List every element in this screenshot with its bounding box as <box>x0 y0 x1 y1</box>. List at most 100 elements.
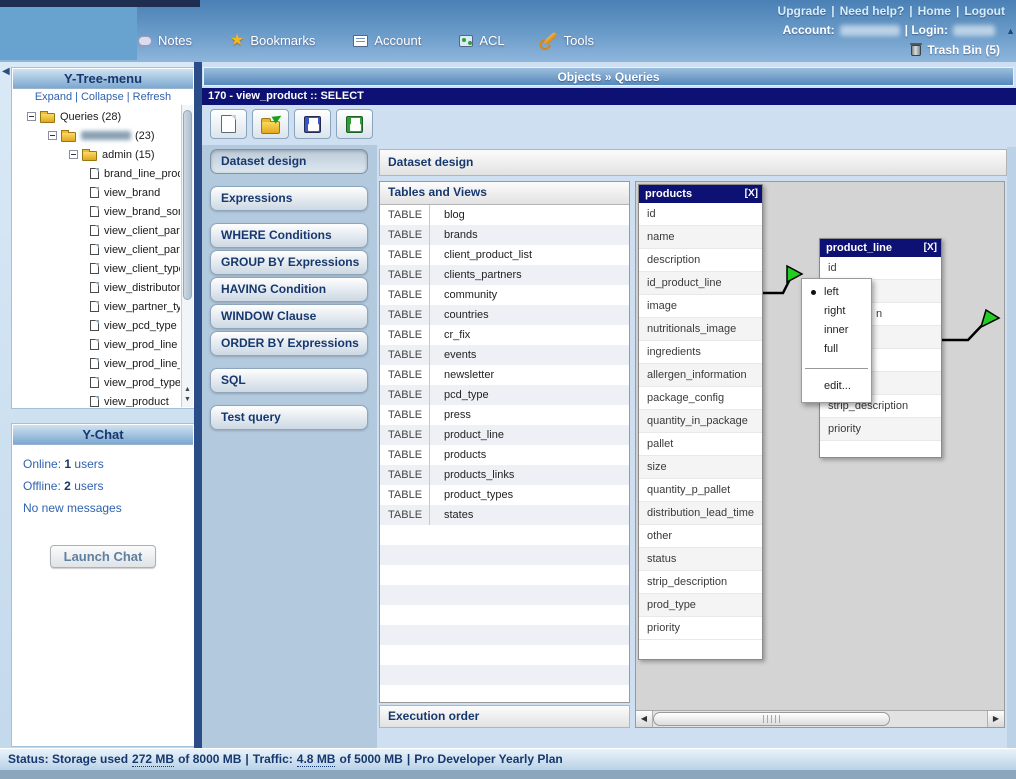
tree-item[interactable]: view_client_partne <box>13 221 180 240</box>
entity-field-row[interactable]: ingredients <box>639 341 762 364</box>
entity-header[interactable]: product_line [X] <box>820 239 941 257</box>
entity-field-row[interactable]: quantity_p_pallet <box>639 479 762 502</box>
tree-item[interactable]: view_partner_type <box>13 297 180 316</box>
table-row[interactable]: TABLE client_product_list <box>380 245 629 265</box>
entity-field-row[interactable]: strip_description <box>639 571 762 594</box>
scroll-up-icon[interactable]: ▲ <box>182 385 193 395</box>
table-row[interactable]: TABLE blog <box>380 205 629 225</box>
collapse-toggle-icon[interactable] <box>69 150 78 159</box>
nav-item-tools[interactable]: Tools <box>543 33 594 48</box>
sidebar-collapse-arrow-icon[interactable]: ◀ <box>2 66 10 77</box>
query-section-button[interactable]: HAVING Condition <box>210 277 368 302</box>
table-row[interactable]: TABLE product_types <box>380 485 629 505</box>
entity-field-row[interactable]: id <box>820 257 941 280</box>
entity-field-row[interactable]: other <box>639 525 762 548</box>
upgrade-link[interactable]: Upgrade <box>778 4 827 18</box>
entity-field-row[interactable]: description <box>639 249 762 272</box>
query-section-button[interactable]: Test query <box>210 405 368 430</box>
entity-field-row[interactable]: allergen_information <box>639 364 762 387</box>
table-row[interactable]: TABLE states <box>380 505 629 525</box>
table-row[interactable]: TABLE countries <box>380 305 629 325</box>
scroll-top-arrow-icon[interactable]: ▲ <box>1006 26 1015 36</box>
refresh-link[interactable]: Refresh <box>133 91 172 103</box>
tree-item[interactable]: view_brand_sort <box>13 202 180 221</box>
table-row[interactable]: TABLE press <box>380 405 629 425</box>
tree-item[interactable]: view_prod_type <box>13 373 180 392</box>
join-menu-item[interactable]: inner <box>802 321 871 340</box>
query-section-button[interactable]: WHERE Conditions <box>210 223 368 248</box>
entity-products[interactable]: products [X] id name description id_prod… <box>638 184 763 660</box>
table-row[interactable]: TABLE community <box>380 285 629 305</box>
entity-field-row[interactable]: pallet <box>639 433 762 456</box>
launch-chat-button[interactable]: Launch Chat <box>50 545 156 568</box>
trash-bin-link[interactable]: Trash Bin (5) <box>911 43 1000 57</box>
diagram-horizontal-scrollbar[interactable]: ◀ ▶ <box>636 710 1004 727</box>
table-row[interactable]: TABLE products <box>380 445 629 465</box>
tree-item[interactable]: view_product <box>13 392 180 407</box>
collapse-toggle-icon[interactable] <box>48 131 57 140</box>
query-section-button[interactable]: Expressions <box>210 186 368 211</box>
collapse-all-link[interactable]: Collapse <box>81 91 124 103</box>
join-menu-item[interactable]: full <box>802 340 871 359</box>
entity-field-row[interactable]: distribution_lead_time <box>639 502 762 525</box>
query-section-button[interactable]: SQL <box>210 368 368 393</box>
entity-field-row[interactable]: package_config <box>639 387 762 410</box>
entity-field-row[interactable]: priority <box>639 617 762 640</box>
table-row[interactable]: TABLE products_links <box>380 465 629 485</box>
query-section-button[interactable]: ORDER BY Expressions <box>210 331 368 356</box>
entity-field-row[interactable]: id_product_line <box>639 272 762 295</box>
save-as-button[interactable] <box>336 109 373 139</box>
tree-scrollbar[interactable]: ▲ ▼ <box>181 105 193 407</box>
tree-item[interactable]: view_prod_line <box>13 335 180 354</box>
tree-item[interactable]: view_pcd_type <box>13 316 180 335</box>
save-button[interactable] <box>294 109 331 139</box>
table-row[interactable]: TABLE product_line <box>380 425 629 445</box>
expand-all-link[interactable]: Expand <box>35 91 72 103</box>
table-row[interactable]: TABLE events <box>380 345 629 365</box>
entity-field-row[interactable]: priority <box>820 418 941 441</box>
table-row[interactable]: TABLE clients_partners <box>380 265 629 285</box>
entity-field-row[interactable]: size <box>639 456 762 479</box>
close-icon[interactable]: [X] <box>924 239 937 257</box>
entity-field-row[interactable]: id <box>639 203 762 226</box>
tree-item[interactable]: Queries (28) <box>13 107 180 126</box>
nav-item-acl[interactable]: ACL <box>459 33 504 48</box>
tree-item[interactable]: view_client_type <box>13 259 180 278</box>
table-row[interactable]: TABLE cr_fix <box>380 325 629 345</box>
entity-field-row[interactable]: name <box>639 226 762 249</box>
tree-item[interactable]: view_prod_line_so <box>13 354 180 373</box>
join-menu-item[interactable]: edit... <box>802 377 871 396</box>
scroll-right-icon[interactable]: ▶ <box>987 711 1004 727</box>
entity-field-row[interactable]: status <box>639 548 762 571</box>
traffic-used-value[interactable]: 4.8 MB <box>297 752 336 767</box>
need-help-link[interactable]: Need help? <box>840 4 905 18</box>
scroll-left-icon[interactable]: ◀ <box>636 711 653 727</box>
collapse-toggle-icon[interactable] <box>27 112 36 121</box>
tree-item[interactable]: view_brand <box>13 183 180 202</box>
nav-item-bookmarks[interactable]: Bookmarks <box>230 33 315 48</box>
table-row[interactable]: TABLE pcd_type <box>380 385 629 405</box>
table-row[interactable]: TABLE newsletter <box>380 365 629 385</box>
new-query-button[interactable] <box>210 109 247 139</box>
tree-item[interactable]: view_client_partne <box>13 240 180 259</box>
query-diagram-canvas[interactable]: products [X] id name description id_prod… <box>635 181 1005 728</box>
nav-item-account[interactable]: Account <box>353 33 421 48</box>
entity-field-row[interactable]: nutritionals_image <box>639 318 762 341</box>
execution-order-header[interactable]: Execution order <box>379 705 630 728</box>
join-menu-item[interactable]: left <box>802 283 871 302</box>
entity-field-row[interactable]: image <box>639 295 762 318</box>
entity-field-row[interactable]: quantity_in_package <box>639 410 762 433</box>
query-section-button[interactable]: Dataset design <box>210 149 368 174</box>
join-menu-item[interactable]: right <box>802 302 871 321</box>
tree-item[interactable]: view_distributor_ty <box>13 278 180 297</box>
nav-item-notes[interactable]: Notes <box>138 33 192 48</box>
scroll-down-icon[interactable]: ▼ <box>182 395 193 405</box>
entity-header[interactable]: products [X] <box>639 185 762 203</box>
tree-scrollbar-thumb[interactable] <box>183 110 192 300</box>
storage-used-value[interactable]: 272 MB <box>132 752 174 767</box>
table-row[interactable]: TABLE brands <box>380 225 629 245</box>
query-section-button[interactable]: WINDOW Clause <box>210 304 368 329</box>
query-section-button[interactable]: GROUP BY Expressions <box>210 250 368 275</box>
scrollbar-thumb[interactable] <box>653 712 890 726</box>
close-icon[interactable]: [X] <box>745 185 758 203</box>
